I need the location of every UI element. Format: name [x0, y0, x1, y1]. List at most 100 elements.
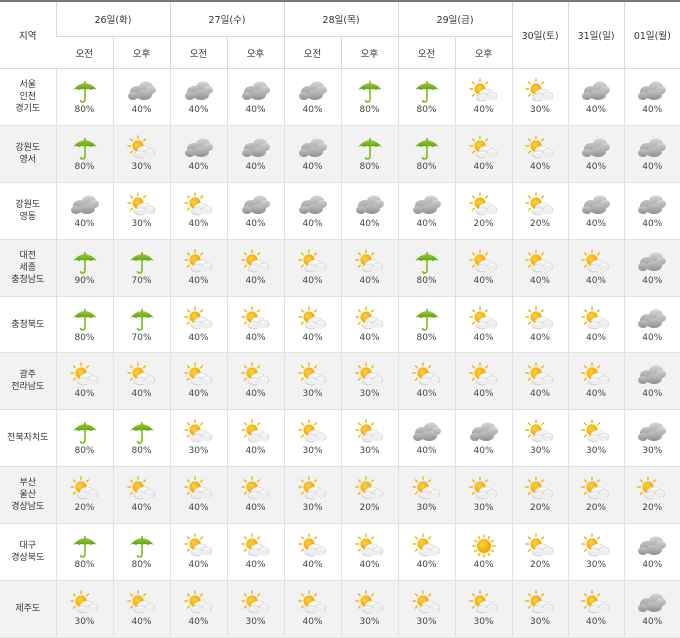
cloud-icon — [241, 78, 271, 104]
forecast-cell: 40% — [454, 352, 513, 411]
region-name: 대구 — [19, 541, 37, 552]
sun-behind-cloud-icon — [581, 476, 611, 502]
precipitation-probability: 30% — [359, 446, 380, 457]
cloud-icon — [637, 533, 667, 559]
sun-behind-cloud-icon — [468, 305, 499, 332]
cloud-icon — [298, 78, 328, 104]
sun-behind-cloud-icon — [525, 362, 555, 388]
forecast-cell: 40% — [283, 239, 342, 297]
day-header: 28일(목) — [283, 0, 399, 37]
precipitation-probability: 80% — [359, 161, 380, 172]
umbrella-icon — [70, 419, 100, 445]
forecast-cell: 30% — [511, 580, 569, 638]
sun-behind-cloud-icon — [183, 305, 214, 332]
precipitation-probability: 40% — [245, 275, 266, 286]
cloud-icon — [637, 135, 667, 161]
forecast-cell: 20% — [511, 523, 569, 582]
sun-behind-cloud-icon — [581, 533, 611, 559]
forecast-cell: 30% — [340, 409, 399, 468]
precipitation-probability: 30% — [530, 616, 551, 627]
sun-behind-cloud-icon — [69, 362, 100, 388]
forecast-cell: 40% — [226, 182, 285, 240]
precipitation-probability: 20% — [530, 503, 551, 514]
region-cell: 대전 세종 충청남도 — [0, 239, 56, 297]
precipitation-probability: 30% — [245, 616, 266, 627]
forecast-body: 서울 인천 경기도 80% 40% 40% 40% 40% 80% 80% 40% 30% 40% 40%… — [0, 68, 680, 638]
am-header: 오전 — [169, 36, 228, 69]
forecast-cell: 20% — [511, 466, 569, 525]
precipitation-probability: 40% — [473, 560, 494, 571]
precipitation-probability: 20% — [642, 503, 663, 514]
pm-header: 오후 — [112, 36, 171, 69]
region-name: 제주도 — [15, 603, 41, 614]
region-cell: 전북자치도 — [0, 409, 56, 468]
day-header: 30일(토) — [511, 0, 569, 69]
sun-behind-cloud-icon — [468, 192, 499, 218]
precipitation-probability: 30% — [642, 446, 663, 457]
region-cell: 충청북도 — [0, 296, 56, 354]
umbrella-icon — [70, 533, 100, 559]
sun-behind-cloud-icon — [468, 590, 499, 616]
region-name: 전라남도 — [11, 382, 45, 393]
umbrella-icon — [412, 306, 442, 332]
forecast-cell: 40% — [623, 182, 680, 240]
region-cell: 서울 인천 경기도 — [0, 68, 56, 126]
precipitation-probability: 80% — [416, 332, 437, 343]
forecast-cell: 40% — [169, 296, 228, 354]
forecast-cell: 20% — [340, 466, 399, 525]
precipitation-probability: 40% — [245, 389, 266, 400]
precipitation-probability: 40% — [245, 161, 266, 172]
region-name: 영동 — [19, 211, 37, 222]
precipitation-probability: 40% — [188, 389, 209, 400]
precipitation-probability: 80% — [131, 560, 152, 571]
precipitation-probability: 30% — [530, 446, 551, 457]
forecast-cell: 30% — [511, 68, 569, 126]
precipitation-probability: 80% — [74, 104, 95, 115]
precipitation-probability: 40% — [302, 560, 323, 571]
forecast-cell: 40% — [169, 580, 228, 638]
region-cell: 대구 경상북도 — [0, 523, 56, 582]
header-row-days: 지역 26일(화) 27일(수) 28일(목) 29일(금) 30일(토) 31… — [0, 0, 680, 69]
precipitation-probability: 40% — [416, 446, 437, 457]
sun-behind-cloud-icon — [183, 590, 214, 616]
precipitation-probability: 70% — [131, 275, 152, 286]
forecast-cell: 40% — [340, 239, 399, 297]
sun-behind-cloud-icon — [354, 419, 385, 445]
precipitation-probability: 40% — [586, 161, 607, 172]
region-name: 전북자치도 — [7, 433, 49, 444]
sun-behind-cloud-icon — [468, 476, 499, 502]
precipitation-probability: 40% — [416, 560, 437, 571]
forecast-cell: 40% — [623, 239, 680, 297]
sun-behind-cloud-icon — [525, 192, 555, 218]
table-row: 대전 세종 충청남도 90% 70% 40% 40% 40% 40% 80% 40% 40% 40% 40… — [0, 239, 680, 297]
forecast-cell: 40% — [169, 182, 228, 240]
sun-behind-cloud-icon — [581, 419, 611, 445]
forecast-cell: 30% — [397, 580, 456, 638]
forecast-cell: 40% — [454, 523, 513, 582]
precipitation-probability: 80% — [74, 161, 95, 172]
precipitation-probability: 40% — [188, 503, 209, 514]
sun-behind-cloud-icon — [581, 248, 611, 275]
forecast-cell: 30% — [623, 409, 680, 468]
region-name: 인천 — [19, 91, 37, 102]
forecast-cell: 80% — [112, 409, 171, 468]
forecast-cell: 30% — [567, 523, 625, 582]
sun-behind-cloud-icon — [581, 362, 611, 388]
forecast-cell: 30% — [567, 409, 625, 468]
cloud-icon — [127, 78, 157, 104]
forecast-cell: 40% — [226, 68, 285, 126]
precipitation-probability: 40% — [302, 616, 323, 627]
precipitation-probability: 30% — [530, 104, 551, 115]
forecast-cell: 40% — [169, 125, 228, 183]
forecast-cell: 40% — [454, 296, 513, 354]
cloud-icon — [184, 78, 214, 104]
forecast-cell: 40% — [112, 580, 171, 638]
forecast-cell: 40% — [454, 68, 513, 126]
sun-behind-cloud-icon — [183, 476, 214, 502]
umbrella-icon — [70, 78, 100, 104]
precipitation-probability: 40% — [131, 616, 152, 627]
forecast-cell: 40% — [340, 182, 399, 240]
forecast-cell: 40% — [112, 68, 171, 126]
sun-behind-cloud-icon — [183, 419, 214, 445]
precipitation-probability: 40% — [188, 332, 209, 343]
